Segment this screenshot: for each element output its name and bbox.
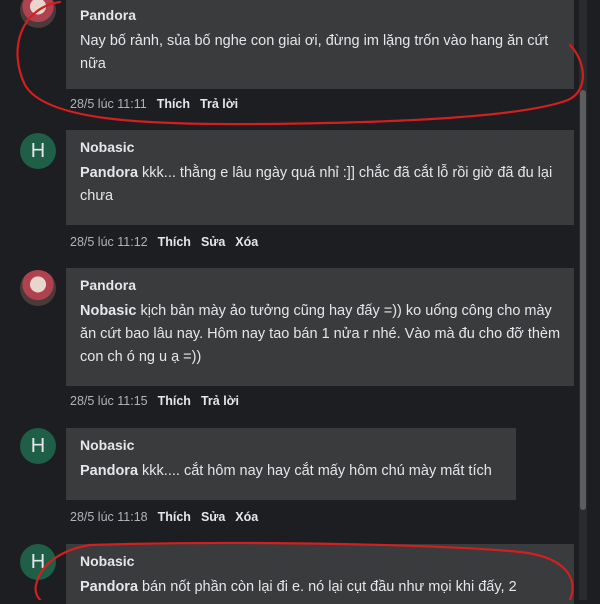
comment-body: kịch bản mày ảo tưởng cũng hay đấy =)) k… <box>80 303 561 365</box>
avatar[interactable] <box>20 0 56 28</box>
comment-meta: 28/5 lúc 11:11 Thích Trả lời <box>70 97 238 111</box>
timestamp[interactable]: 28/5 lúc 11:18 <box>70 510 148 524</box>
mention-link[interactable]: Pandora <box>80 579 138 595</box>
mention-link[interactable]: Pandora <box>80 463 138 479</box>
edit-button[interactable]: Sửa <box>201 235 225 249</box>
comment-bubble: Nobasic Pandora kkk... thằng e lâu ngày … <box>66 130 574 225</box>
comment-author[interactable]: Nobasic <box>80 138 562 156</box>
comment-body: kkk.... cắt hôm nay hay cắt mấy hôm chú … <box>142 463 492 479</box>
mention-link[interactable]: Pandora <box>80 165 138 181</box>
delete-button[interactable]: Xóa <box>235 510 258 524</box>
delete-button[interactable]: Xóa <box>235 235 258 249</box>
comment-bubble: Nobasic Pandora kkk.... cắt hôm nay hay … <box>66 428 516 500</box>
comment-meta: 28/5 lúc 11:15 Thích Trả lời <box>70 394 239 408</box>
comment-bubble: Pandora Nay bố rảnh, sủa bố nghe con gia… <box>66 0 574 89</box>
comment-author[interactable]: Pandora <box>80 276 562 294</box>
timestamp[interactable]: 28/5 lúc 11:15 <box>70 394 148 408</box>
comment-body: bán nốt phần còn lại đi e. nó lại cụt đầ… <box>142 579 517 595</box>
avatar[interactable]: H <box>20 544 56 580</box>
comment-meta: 28/5 lúc 11:18 Thích Sửa Xóa <box>70 510 258 524</box>
comment-author[interactable]: Nobasic <box>80 436 504 454</box>
like-button[interactable]: Thích <box>158 510 191 524</box>
comment-author[interactable]: Nobasic <box>80 552 562 570</box>
comment-meta: 28/5 lúc 11:12 Thích Sửa Xóa <box>70 235 258 249</box>
comment-text: Nobasic kịch bản mày ảo tưởng cũng hay đ… <box>80 300 562 369</box>
comment-text: Pandora bán nốt phần còn lại đi e. nó lạ… <box>80 576 562 599</box>
like-button[interactable]: Thích <box>157 97 190 111</box>
timestamp[interactable]: 28/5 lúc 11:11 <box>70 97 147 111</box>
like-button[interactable]: Thích <box>158 394 191 408</box>
avatar[interactable]: H <box>20 428 56 464</box>
comment-author[interactable]: Pandora <box>80 6 562 24</box>
comment-body: kkk... thằng e lâu ngày quá nhỉ :]] chắc… <box>80 165 553 204</box>
scrollbar-thumb[interactable] <box>580 90 586 510</box>
comment-bubble: Nobasic Pandora bán nốt phần còn lại đi … <box>66 544 574 604</box>
comment-text: Pandora kkk... thằng e lâu ngày quá nhỉ … <box>80 162 562 208</box>
comment-bubble: Pandora Nobasic kịch bản mày ảo tưởng cũ… <box>66 268 574 386</box>
reply-button[interactable]: Trả lời <box>200 97 238 111</box>
mention-link[interactable]: Nobasic <box>80 303 136 319</box>
like-button[interactable]: Thích <box>158 235 191 249</box>
avatar[interactable] <box>20 270 56 306</box>
avatar[interactable]: H <box>20 133 56 169</box>
timestamp[interactable]: 28/5 lúc 11:12 <box>70 235 148 249</box>
comment-text: Pandora kkk.... cắt hôm nay hay cắt mấy … <box>80 460 504 483</box>
comment-text: Nay bố rảnh, sủa bố nghe con giai ơi, đừ… <box>80 33 549 72</box>
edit-button[interactable]: Sửa <box>201 510 225 524</box>
reply-button[interactable]: Trả lời <box>201 394 239 408</box>
